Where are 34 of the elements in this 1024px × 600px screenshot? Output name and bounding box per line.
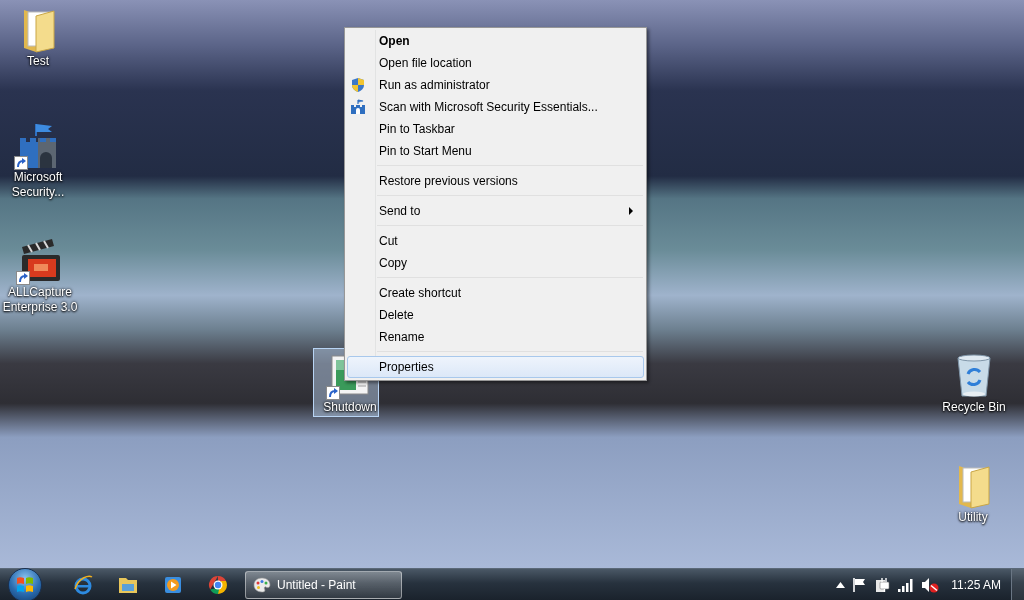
menu-item[interactable]: Run as administrator: [347, 74, 644, 96]
palette-icon: [253, 576, 271, 593]
folder-icon: [117, 575, 138, 594]
menu-item[interactable]: Open: [347, 30, 644, 52]
e-logo-icon: [72, 574, 93, 595]
menu-item[interactable]: Send to: [347, 200, 644, 222]
four-pane-logo-icon: [16, 575, 34, 594]
desktop-item[interactable]: Recycle Bin: [936, 348, 1012, 417]
start-button[interactable]: [8, 567, 42, 600]
signal-bars-icon[interactable]: [898, 577, 915, 592]
circle-logo-icon: [207, 574, 228, 595]
desktop-item[interactable]: Test: [0, 2, 76, 71]
menu-item[interactable]: Properties: [347, 356, 644, 378]
chevron-up-icon[interactable]: [836, 581, 846, 588]
menu-item[interactable]: Delete: [347, 304, 644, 326]
menu-item[interactable]: Copy: [347, 252, 644, 274]
show-desktop-button[interactable]: [1011, 569, 1024, 600]
menu-item[interactable]: Create shortcut: [347, 282, 644, 304]
menu-item[interactable]: Pin to Taskbar: [347, 118, 644, 140]
submenu-arrow-icon: [629, 207, 633, 215]
menu-item[interactable]: Rename: [347, 326, 644, 348]
menu-item[interactable]: Scan with Microsoft Security Essentials...: [347, 96, 644, 118]
menu-item[interactable]: Restore previous versions: [347, 170, 644, 192]
play-icon: [163, 575, 182, 594]
menu-item[interactable]: Pin to Start Menu: [347, 140, 644, 162]
shield-icon: [350, 77, 366, 93]
taskbar-window-button[interactable]: Untitled - Paint: [245, 570, 402, 599]
clock[interactable]: 11:25 AM: [951, 575, 1001, 594]
desktop-item[interactable]: Microsoft Security...: [0, 118, 76, 202]
speaker-icon[interactable]: [921, 576, 940, 593]
castle-icon: [350, 99, 366, 115]
menu-item[interactable]: Cut: [347, 230, 644, 252]
menu-item[interactable]: Open file location: [347, 52, 644, 74]
power-plug-icon[interactable]: [875, 576, 892, 593]
